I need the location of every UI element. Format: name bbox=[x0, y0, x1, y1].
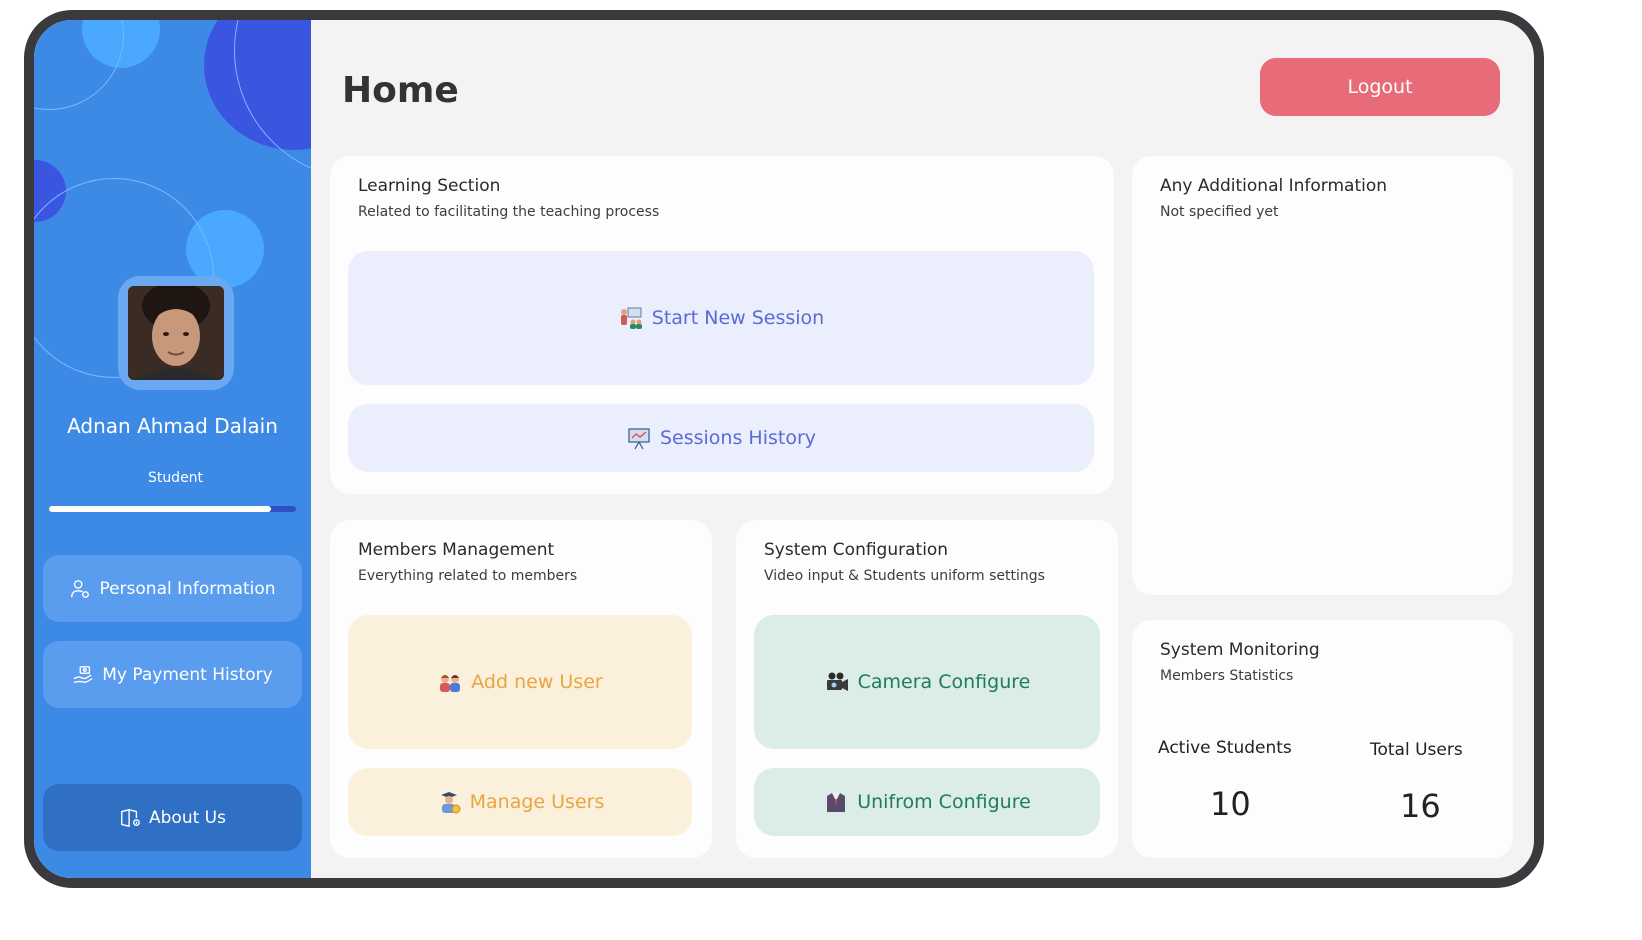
total-users-label: Total Users bbox=[1370, 740, 1463, 760]
sidebar-item-about-us[interactable]: About Us bbox=[43, 784, 302, 851]
decor-ring bbox=[234, 20, 311, 180]
action-label: Sessions History bbox=[659, 427, 817, 449]
camera-configure-button[interactable]: Camera Configure bbox=[754, 615, 1100, 749]
sidebar-item-personal-information[interactable]: Personal Information bbox=[43, 555, 302, 622]
system-monitoring-card: System Monitoring Members Statistics Act… bbox=[1132, 620, 1513, 858]
action-label: Manage Users bbox=[469, 791, 605, 813]
system-configuration-card: System Configuration Video input & Stude… bbox=[736, 520, 1118, 858]
card-subtitle: Related to facilitating the teaching pro… bbox=[358, 204, 660, 220]
book-info-icon bbox=[121, 808, 140, 827]
card-title: Any Additional Information bbox=[1160, 176, 1388, 196]
app-window: Adnan Ahmad Dalain Student Personal Info… bbox=[24, 10, 1544, 888]
active-students-value: 10 bbox=[1210, 785, 1251, 823]
presentation-board-icon bbox=[628, 428, 650, 450]
add-users-icon bbox=[440, 675, 461, 692]
uniform-icon bbox=[827, 793, 846, 812]
user-gear-icon bbox=[71, 579, 90, 598]
sidebar-item-label: About Us bbox=[149, 807, 226, 828]
start-new-session-button[interactable]: Start New Session bbox=[348, 251, 1094, 385]
profile-progress-bar bbox=[49, 506, 296, 512]
card-title: System Monitoring bbox=[1160, 640, 1320, 660]
card-subtitle: Everything related to members bbox=[358, 568, 578, 584]
active-students-label: Active Students bbox=[1158, 738, 1292, 758]
page-title: Home bbox=[342, 70, 459, 111]
card-title: Learning Section bbox=[358, 176, 501, 196]
uniform-configure-button[interactable]: Unifrom Configure bbox=[754, 768, 1100, 836]
user-role: Student bbox=[147, 470, 204, 486]
avatar bbox=[128, 286, 224, 380]
action-label: Add new User bbox=[471, 671, 603, 693]
learning-section-card: Learning Section Related to facilitating… bbox=[330, 156, 1114, 494]
profile-progress-fill bbox=[49, 506, 272, 512]
card-title: System Configuration bbox=[764, 540, 949, 560]
presentation-teacher-icon bbox=[620, 307, 642, 329]
action-label: Start New Session bbox=[651, 307, 825, 329]
avatar-frame bbox=[118, 276, 234, 390]
add-new-user-button[interactable]: Add new User bbox=[348, 615, 692, 749]
action-label: Unifrom Configure bbox=[857, 791, 1031, 813]
sidebar: Adnan Ahmad Dalain Student Personal Info… bbox=[34, 20, 311, 878]
additional-information-card: Any Additional Information Not specified… bbox=[1132, 156, 1513, 595]
logout-button[interactable]: Logout bbox=[1260, 58, 1500, 116]
hand-money-icon bbox=[73, 665, 93, 683]
card-title: Members Management bbox=[358, 540, 555, 560]
sessions-history-button[interactable]: Sessions History bbox=[348, 404, 1094, 472]
user-settings-icon bbox=[440, 792, 461, 814]
sidebar-item-payment-history[interactable]: My Payment History bbox=[43, 641, 302, 708]
user-name: Adnan Ahmad Dalain bbox=[67, 414, 278, 438]
card-subtitle: Video input & Students uniform settings bbox=[764, 568, 1045, 584]
decor-ring bbox=[34, 20, 124, 110]
video-camera-icon bbox=[826, 672, 848, 691]
card-subtitle: Members Statistics bbox=[1160, 668, 1294, 684]
sidebar-item-label: My Payment History bbox=[102, 664, 273, 685]
sidebar-item-label: Personal Information bbox=[99, 578, 276, 599]
total-users-value: 16 bbox=[1400, 787, 1441, 825]
card-subtitle: Not specified yet bbox=[1160, 204, 1279, 220]
members-management-card: Members Management Everything related to… bbox=[330, 520, 712, 858]
manage-users-button[interactable]: Manage Users bbox=[348, 768, 692, 836]
action-label: Camera Configure bbox=[857, 671, 1031, 693]
